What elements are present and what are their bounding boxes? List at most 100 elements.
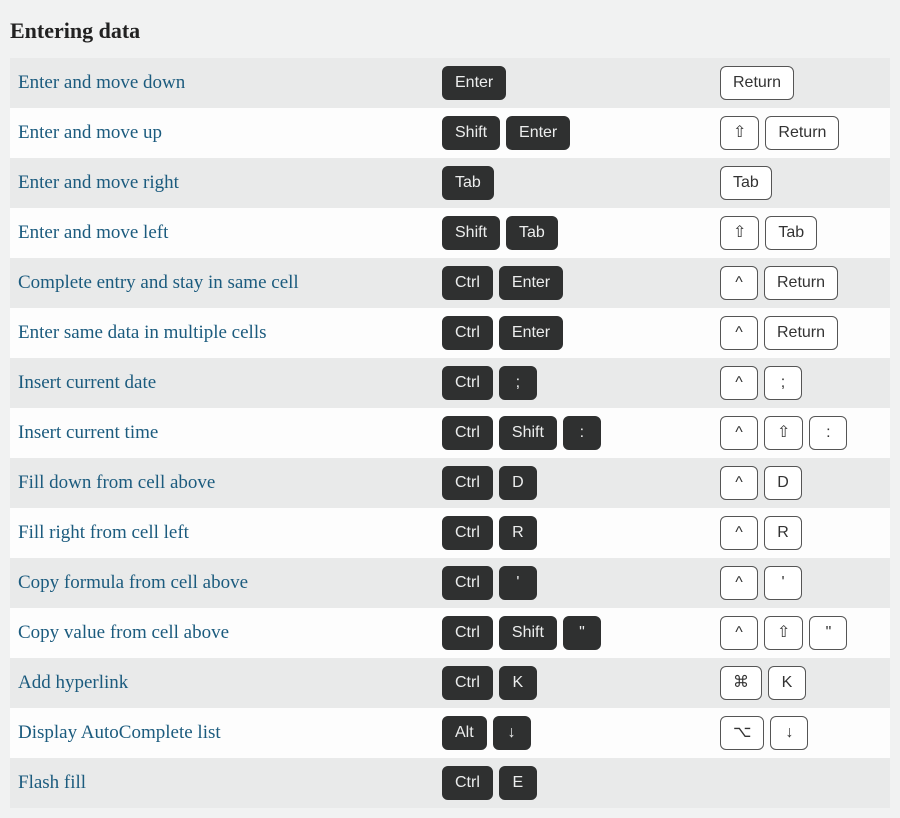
shortcut-mac-keys: ⌘K: [720, 666, 882, 700]
key-dark: ": [563, 616, 601, 650]
key-dark: Shift: [442, 116, 500, 150]
shortcut-description[interactable]: Enter and move up: [18, 122, 442, 144]
key-dark: Shift: [499, 616, 557, 650]
shortcut-description[interactable]: Enter and move right: [18, 172, 442, 194]
key-light: Tab: [720, 166, 772, 200]
shortcut-description[interactable]: Fill right from cell left: [18, 522, 442, 544]
shortcut-mac-keys: ⌥↓: [720, 716, 882, 750]
key-light: ^: [720, 416, 758, 450]
shortcut-row: Complete entry and stay in same cellCtrl…: [10, 258, 890, 308]
shortcut-description[interactable]: Copy formula from cell above: [18, 572, 442, 594]
key-dark: Tab: [442, 166, 494, 200]
shortcut-row: Enter and move leftShiftTab⇧Tab: [10, 208, 890, 258]
shortcut-windows-keys: Alt↓: [442, 716, 720, 750]
key-dark: K: [499, 666, 537, 700]
shortcut-windows-keys: CtrlShift:: [442, 416, 720, 450]
key-dark: R: [499, 516, 537, 550]
shortcut-mac-keys: ^R: [720, 516, 882, 550]
shortcut-row: Enter same data in multiple cellsCtrlEnt…: [10, 308, 890, 358]
shortcut-mac-keys: ^': [720, 566, 882, 600]
shortcut-description[interactable]: Copy value from cell above: [18, 622, 442, 644]
shortcut-row: Enter and move upShiftEnter⇧Return: [10, 108, 890, 158]
key-dark: Shift: [442, 216, 500, 250]
shortcut-row: Copy formula from cell aboveCtrl'^': [10, 558, 890, 608]
key-light: ⇧: [720, 116, 759, 150]
shortcut-mac-keys: Tab: [720, 166, 882, 200]
shortcut-windows-keys: CtrlK: [442, 666, 720, 700]
shortcut-windows-keys: Tab: [442, 166, 720, 200]
key-dark: Ctrl: [442, 616, 493, 650]
key-light: ⇧: [764, 416, 803, 450]
shortcut-mac-keys: ^⇧:: [720, 416, 882, 450]
key-dark: Alt: [442, 716, 487, 750]
key-light: Return: [765, 116, 839, 150]
shortcut-windows-keys: CtrlR: [442, 516, 720, 550]
key-light: ^: [720, 516, 758, 550]
shortcut-windows-keys: ShiftEnter: [442, 116, 720, 150]
key-light: ^: [720, 466, 758, 500]
key-light: K: [768, 666, 806, 700]
shortcut-description[interactable]: Fill down from cell above: [18, 472, 442, 494]
shortcut-description[interactable]: Enter and move down: [18, 72, 442, 94]
shortcut-windows-keys: Enter: [442, 66, 720, 100]
key-light: ': [764, 566, 802, 600]
shortcut-description[interactable]: Insert current time: [18, 422, 442, 444]
key-light: ⌘: [720, 666, 762, 700]
key-dark: ↓: [493, 716, 531, 750]
key-dark: Ctrl: [442, 416, 493, 450]
shortcut-description[interactable]: Enter same data in multiple cells: [18, 322, 442, 344]
shortcut-windows-keys: Ctrl;: [442, 366, 720, 400]
shortcut-description[interactable]: Insert current date: [18, 372, 442, 394]
shortcut-windows-keys: CtrlE: [442, 766, 720, 800]
shortcut-mac-keys: ⇧Return: [720, 116, 882, 150]
shortcut-row: Insert current dateCtrl;^;: [10, 358, 890, 408]
key-light: ;: [764, 366, 802, 400]
section-title: Entering data: [10, 10, 890, 58]
shortcut-row: Add hyperlinkCtrlK⌘K: [10, 658, 890, 708]
key-light: D: [764, 466, 802, 500]
shortcut-description[interactable]: Add hyperlink: [18, 672, 442, 694]
shortcut-windows-keys: CtrlEnter: [442, 266, 720, 300]
key-light: ⇧: [720, 216, 759, 250]
key-light: :: [809, 416, 847, 450]
shortcut-mac-keys: ^⇧": [720, 616, 882, 650]
key-dark: Enter: [506, 116, 570, 150]
key-dark: Ctrl: [442, 766, 493, 800]
key-light: R: [764, 516, 802, 550]
key-light: Return: [720, 66, 794, 100]
key-dark: Shift: [499, 416, 557, 450]
shortcut-description[interactable]: Flash fill: [18, 772, 442, 794]
shortcut-windows-keys: Ctrl': [442, 566, 720, 600]
shortcut-description[interactable]: Enter and move left: [18, 222, 442, 244]
key-dark: Enter: [442, 66, 506, 100]
shortcut-mac-keys: ^Return: [720, 266, 882, 300]
shortcut-description[interactable]: Complete entry and stay in same cell: [18, 272, 442, 294]
key-light: ": [809, 616, 847, 650]
key-dark: ': [499, 566, 537, 600]
shortcut-row: Enter and move rightTabTab: [10, 158, 890, 208]
key-light: ^: [720, 366, 758, 400]
shortcut-mac-keys: Return: [720, 66, 882, 100]
shortcut-mac-keys: ^Return: [720, 316, 882, 350]
key-dark: D: [499, 466, 537, 500]
shortcut-windows-keys: CtrlEnter: [442, 316, 720, 350]
shortcut-description[interactable]: Display AutoComplete list: [18, 722, 442, 744]
shortcut-table: Enter and move downEnterReturnEnter and …: [10, 58, 890, 808]
key-dark: Ctrl: [442, 316, 493, 350]
key-light: ⇧: [764, 616, 803, 650]
key-dark: Ctrl: [442, 566, 493, 600]
key-dark: Ctrl: [442, 516, 493, 550]
shortcut-windows-keys: CtrlShift": [442, 616, 720, 650]
key-light: ^: [720, 316, 758, 350]
key-light: ^: [720, 566, 758, 600]
key-light: ^: [720, 616, 758, 650]
shortcut-row: Fill right from cell leftCtrlR^R: [10, 508, 890, 558]
key-dark: Ctrl: [442, 466, 493, 500]
key-light: ↓: [770, 716, 808, 750]
shortcut-mac-keys: ^D: [720, 466, 882, 500]
key-dark: Ctrl: [442, 666, 493, 700]
shortcut-row: Flash fillCtrlE: [10, 758, 890, 808]
key-dark: Tab: [506, 216, 558, 250]
shortcut-row: Copy value from cell aboveCtrlShift"^⇧": [10, 608, 890, 658]
key-light: Return: [764, 266, 838, 300]
